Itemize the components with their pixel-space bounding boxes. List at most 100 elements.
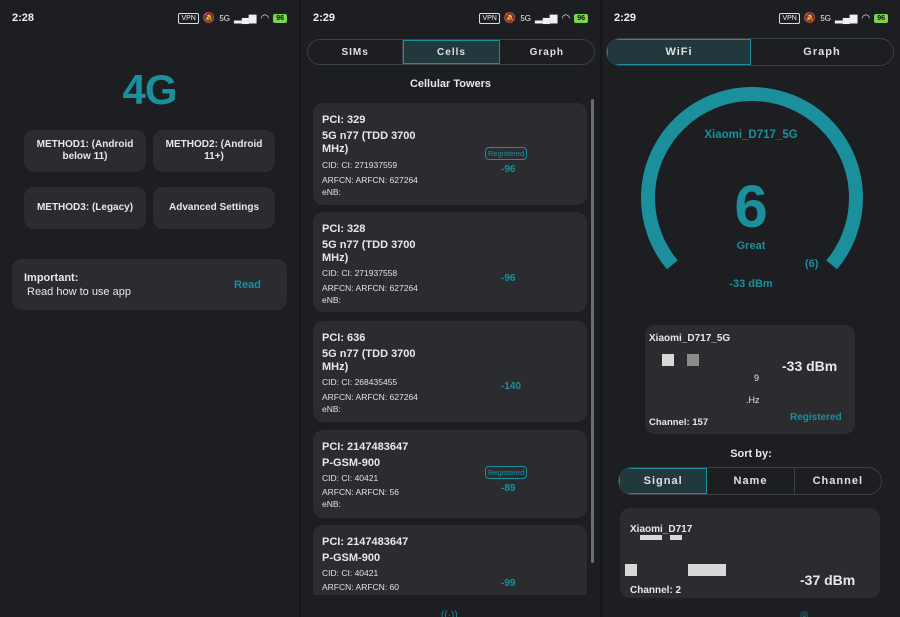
redacted-block: [670, 535, 682, 540]
cell-card[interactable]: PCI: 328 5G n77 (TDD 3700 MHz) CID: CI: …: [313, 212, 587, 312]
advanced-settings-button[interactable]: Advanced Settings: [153, 187, 275, 229]
read-button[interactable]: Read: [234, 279, 261, 291]
status-time: 2:29: [614, 12, 637, 24]
vpn-icon: VPN: [178, 12, 199, 24]
network-type: 5G: [520, 13, 531, 23]
status-icons: VPN 🔕 5G ▂▄▆ ◠ 96: [779, 12, 888, 24]
gauge-dbm: -33 dBm: [729, 278, 773, 290]
cell-arfcn: ARFCN: ARFCN: 627264: [322, 175, 418, 185]
wifi-tab-bar: WiFi Graph: [606, 38, 894, 66]
cell-signal: -140: [501, 381, 522, 392]
cell-card[interactable]: PCI: 636 5G n77 (TDD 3700 MHz) CID: CI: …: [313, 321, 587, 422]
method3-button[interactable]: METHOD3: (Legacy): [24, 187, 146, 229]
cell-cid: CID: CI: 271937559: [322, 160, 398, 170]
cell-arfcn: ARFCN: ARFCN: 627264: [322, 392, 418, 402]
cell-signal: -96: [501, 164, 516, 175]
method2-button[interactable]: METHOD2: (Android 11+): [153, 130, 275, 172]
cell-card[interactable]: PCI: 329 5G n77 (TDD 3700 MHz) CID: CI: …: [313, 103, 587, 205]
cell-pci: PCI: 329: [322, 114, 366, 126]
wifi-nav-icon[interactable]: ◎: [800, 610, 809, 617]
sort-channel[interactable]: Channel: [795, 468, 881, 494]
redacted-block: [688, 564, 726, 576]
battery-icon: 96: [874, 13, 888, 23]
ap-ssid: Xiaomi_D717_5G: [649, 333, 731, 344]
battery-icon: 96: [574, 13, 588, 23]
connected-ap-card[interactable]: Xiaomi_D717_5G -33 dBm 9 .Hz Channel: 15…: [645, 325, 855, 434]
method1-button[interactable]: METHOD1: (Android below 11): [24, 130, 146, 172]
cells-screen: 2:29 VPN 🔕 5G ▂▄▆ ◠ 96 SIMs Cells Graph …: [301, 0, 600, 617]
status-bar: 2:29 VPN 🔕 5G ▂▄▆ ◠ 96: [602, 0, 900, 36]
wifi-screen: 2:29 VPN 🔕 5G ▂▄▆ ◠ 96 WiFi Graph Xiaomi…: [602, 0, 900, 617]
cell-pci: PCI: 328: [322, 223, 366, 235]
scrollbar[interactable]: [591, 99, 594, 563]
tab-wifi[interactable]: WiFi: [607, 39, 751, 65]
main-menu-screen: 2:28 VPN 🔕 5G ▂▄▆ ◠ 96 4G METHOD1: (Andr…: [0, 0, 299, 617]
cell-band: 5G n77 (TDD 3700 MHz): [322, 348, 416, 373]
cell-band: 5G n77 (TDD 3700 MHz): [322, 130, 416, 155]
cell-band: 5G n77 (TDD 3700 MHz): [322, 239, 416, 264]
cell-card[interactable]: PCI: 2147483647 P-GSM-900 CID: CI: 40421…: [313, 430, 587, 518]
tab-graph[interactable]: Graph: [751, 39, 893, 65]
tab-cells[interactable]: Cells: [403, 40, 500, 64]
cells-tab-bar: SIMs Cells Graph: [307, 39, 595, 65]
cell-enb: eNB:: [322, 295, 341, 305]
sort-signal[interactable]: Signal: [619, 468, 708, 494]
gauge-score: 6: [734, 173, 768, 240]
important-notice: Important: Read how to use app Read: [12, 259, 287, 310]
cell-signal: -89: [501, 483, 516, 494]
signal-icon: ▂▄▆: [535, 12, 558, 24]
registered-badge: Registered: [485, 147, 528, 160]
ap-channel: Channel: 2: [630, 585, 682, 596]
vpn-icon: VPN: [479, 12, 500, 24]
cell-pci: PCI: 636: [322, 332, 366, 344]
network-type: 5G: [820, 13, 831, 23]
cell-arfcn: ARFCN: ARFCN: 60: [322, 582, 399, 592]
cell-enb: eNB:: [322, 187, 341, 197]
cell-cid: CID: CI: 40421: [322, 473, 379, 483]
redacted-block: [640, 535, 662, 540]
notice-text: Read how to use app: [27, 286, 131, 298]
cell-tower-icon[interactable]: ((·)): [441, 610, 458, 617]
cell-enb: eNB:: [322, 499, 341, 509]
mute-icon: 🔕: [202, 12, 216, 24]
cell-enb: eNB:: [322, 404, 341, 414]
gauge-ssid: Xiaomi_D717_5G: [704, 129, 798, 141]
vpn-icon: VPN: [779, 12, 800, 24]
cell-signal: -99: [501, 578, 516, 589]
status-bar: 2:29 VPN 🔕 5G ▂▄▆ ◠ 96: [301, 0, 600, 36]
wifi-icon: ◠: [260, 12, 270, 24]
status-time: 2:29: [313, 12, 336, 24]
ap-list-item[interactable]: Xiaomi_D717 Channel: 2 -37 dBm: [620, 508, 880, 598]
cell-signal: -96: [501, 273, 516, 284]
tab-graph[interactable]: Graph: [500, 40, 594, 64]
redacted-block: [662, 354, 674, 366]
gauge-quality: Great: [736, 240, 766, 252]
wifi-icon: ◠: [561, 12, 571, 24]
cell-cid: CID: CI: 271937558: [322, 268, 398, 278]
battery-icon: 96: [273, 13, 287, 23]
sort-label: Sort by:: [730, 448, 772, 460]
ap-dbm: -33 dBm: [782, 358, 838, 374]
mute-icon: 🔕: [503, 12, 517, 24]
ap-dbm: -37 dBm: [800, 572, 856, 588]
notice-title: Important:: [24, 272, 79, 284]
cell-card[interactable]: PCI: 2147483647 P-GSM-900 CID: CI: 40421…: [313, 525, 587, 595]
cell-pci: PCI: 2147483647: [322, 441, 409, 453]
ap-status: Registered: [790, 412, 842, 423]
mute-icon: 🔕: [803, 12, 817, 24]
app-logo: 4G: [122, 66, 177, 113]
redacted-block: [687, 354, 699, 366]
cell-band: P-GSM-900: [322, 457, 381, 469]
network-type: 5G: [219, 13, 230, 23]
signal-icon: ▂▄▆: [234, 12, 257, 24]
status-icons: VPN 🔕 5G ▂▄▆ ◠ 96: [479, 12, 588, 24]
gauge-secondary: (6): [805, 258, 819, 270]
status-icons: VPN 🔕 5G ▂▄▆ ◠ 96: [178, 12, 287, 24]
tab-sims[interactable]: SIMs: [308, 40, 404, 64]
ap-frequency: .Hz: [746, 395, 760, 405]
sort-options: Signal Name Channel: [618, 467, 882, 495]
cell-band: P-GSM-900: [322, 552, 381, 564]
sort-name[interactable]: Name: [707, 468, 795, 494]
status-time: 2:28: [12, 12, 35, 24]
page-title: Cellular Towers: [409, 78, 492, 90]
